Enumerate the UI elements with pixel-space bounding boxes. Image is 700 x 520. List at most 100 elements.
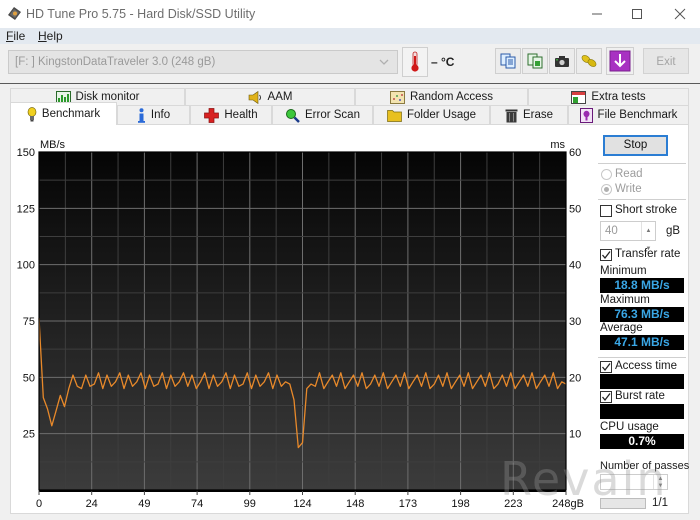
- y-tick-label: 100: [17, 260, 35, 272]
- window-title: HD Tune Pro 5.75 - Hard Disk/SSD Utility: [26, 7, 256, 21]
- x-tick-label: 99: [244, 498, 256, 510]
- short-stroke-checkbox[interactable]: [600, 205, 612, 217]
- stop-button[interactable]: Stop: [603, 135, 668, 156]
- y-tick-label: 150: [17, 147, 35, 159]
- tab-folder-usage[interactable]: Folder Usage: [373, 105, 490, 125]
- progress-fill: [601, 499, 645, 508]
- passes-progress-text: 1/1: [652, 497, 668, 509]
- temperature-button[interactable]: [402, 47, 428, 77]
- x-tick-label: 173: [399, 498, 417, 510]
- exit-button[interactable]: Exit: [643, 48, 689, 74]
- y2-tick-label: 50: [569, 203, 581, 215]
- transfer-rate-chart: 0 24 49 74 99 124 148 173 198 223 248gB 150 125 100 75…: [17, 139, 584, 510]
- drive-select-value: [F: ] KingstonDataTraveler 3.0 (248 gB): [15, 56, 216, 68]
- tab-benchmark[interactable]: Benchmark: [10, 102, 117, 125]
- x-tick-label: 248gB: [552, 498, 584, 510]
- tab-label: Erase: [522, 109, 554, 121]
- y-tick-label: 75: [23, 316, 35, 328]
- screenshot-button[interactable]: [549, 48, 575, 74]
- maximize-button[interactable]: [626, 5, 648, 23]
- x-tick-label: 198: [451, 498, 469, 510]
- copy-image-icon: [527, 53, 543, 69]
- menu-help-label: elp: [46, 29, 63, 43]
- extra-tests-icon: [571, 90, 587, 104]
- speaker-icon: [248, 90, 261, 104]
- health-cross-icon: [204, 107, 220, 123]
- transfer-rate-label: Transfer rate: [615, 248, 681, 260]
- tab-error-scan[interactable]: Error Scan: [272, 105, 373, 125]
- magnifier-icon: [286, 108, 300, 123]
- spinner-arrows[interactable]: ▲ ▼: [653, 475, 667, 489]
- x-tick-label: 124: [293, 498, 311, 510]
- average-value: 47.1 MB/s: [600, 335, 684, 350]
- drive-select[interactable]: [F: ] KingstonDataTraveler 3.0 (248 gB): [8, 50, 398, 74]
- y2-tick-label: 30: [569, 316, 581, 328]
- passes-input[interactable]: ▲ ▼: [600, 474, 668, 490]
- maximize-icon: [632, 9, 642, 19]
- copy-image-button[interactable]: [522, 48, 548, 74]
- menu-help[interactable]: Help: [38, 29, 63, 43]
- x-tick-label: 74: [191, 498, 203, 510]
- short-stroke-size-value: 40: [605, 225, 618, 237]
- menu-bar: File Help: [0, 28, 700, 44]
- x-tick-label: 223: [504, 498, 522, 510]
- y-tick-label: 125: [17, 203, 35, 215]
- minimize-icon: [592, 13, 602, 15]
- access-time-checkbox[interactable]: [600, 361, 612, 373]
- x-tick-label: 49: [138, 498, 150, 510]
- tab-random-access[interactable]: Random Access: [355, 88, 528, 106]
- save-download-icon: [609, 50, 631, 72]
- tab-health[interactable]: Health: [190, 105, 272, 125]
- y-axis-label: MB/s: [40, 139, 66, 151]
- y2-tick-label: 20: [569, 372, 581, 384]
- spin-down-icon[interactable]: ▼: [658, 483, 664, 489]
- read-radio[interactable]: [601, 169, 612, 180]
- burst-rate-checkbox[interactable]: [600, 391, 612, 403]
- transfer-rate-checkbox[interactable]: [600, 249, 612, 261]
- camera-icon: [555, 56, 569, 67]
- checkmark-icon: [602, 393, 611, 402]
- write-radio[interactable]: [601, 184, 612, 195]
- tab-file-benchmark[interactable]: File Benchmark: [568, 105, 689, 125]
- trash-icon: [505, 109, 518, 122]
- tab-label: Random Access: [409, 91, 494, 103]
- y2-tick-label: 10: [569, 429, 581, 441]
- burst-rate-value: [600, 404, 684, 419]
- spin-up-icon[interactable]: ▲: [658, 476, 664, 482]
- folder-icon: [387, 110, 402, 122]
- temperature-readout: – °C: [431, 55, 455, 69]
- menu-file-label: ile: [13, 29, 26, 43]
- x-tick-label: 24: [86, 498, 98, 510]
- tab-label: Folder Usage: [406, 109, 477, 121]
- chevron-down-icon[interactable]: [379, 56, 389, 66]
- tab-extra-tests[interactable]: Extra tests: [528, 88, 689, 106]
- cpu-usage-label: CPU usage: [600, 421, 659, 433]
- menu-help-accel: H: [38, 29, 47, 43]
- save-button[interactable]: [606, 47, 634, 75]
- minimize-button[interactable]: [586, 5, 608, 23]
- tab-info[interactable]: Info: [117, 105, 190, 125]
- checkmark-icon: [602, 363, 611, 372]
- copy-text-button[interactable]: [495, 48, 521, 74]
- info-icon: [137, 107, 145, 123]
- checkmark-icon: [602, 251, 611, 260]
- passes-label: Number of passes: [600, 460, 690, 472]
- y-tick-label: 25: [23, 429, 35, 441]
- tab-label: Error Scan: [305, 109, 360, 121]
- minimum-label: Minimum: [600, 265, 647, 277]
- close-button[interactable]: [669, 5, 691, 23]
- access-time-value: [600, 374, 684, 389]
- burst-rate-label: Burst rate: [615, 390, 665, 402]
- short-stroke-size-input[interactable]: 40 ▲ ▼: [600, 221, 656, 252]
- spin-up-icon[interactable]: ▲: [646, 222, 652, 240]
- maximum-value: 76.3 MB/s: [600, 307, 684, 322]
- minimum-value: 18.8 MB/s: [600, 278, 684, 293]
- average-label: Average: [600, 322, 643, 334]
- menu-file[interactable]: File: [6, 29, 25, 43]
- spinner-arrows[interactable]: ▲ ▼: [641, 222, 655, 252]
- tab-erase[interactable]: Erase: [490, 105, 568, 125]
- options-button[interactable]: [576, 48, 602, 74]
- divider: [598, 357, 686, 358]
- tab-aam[interactable]: AAM: [185, 88, 355, 106]
- y2-axis-label: ms: [550, 139, 565, 151]
